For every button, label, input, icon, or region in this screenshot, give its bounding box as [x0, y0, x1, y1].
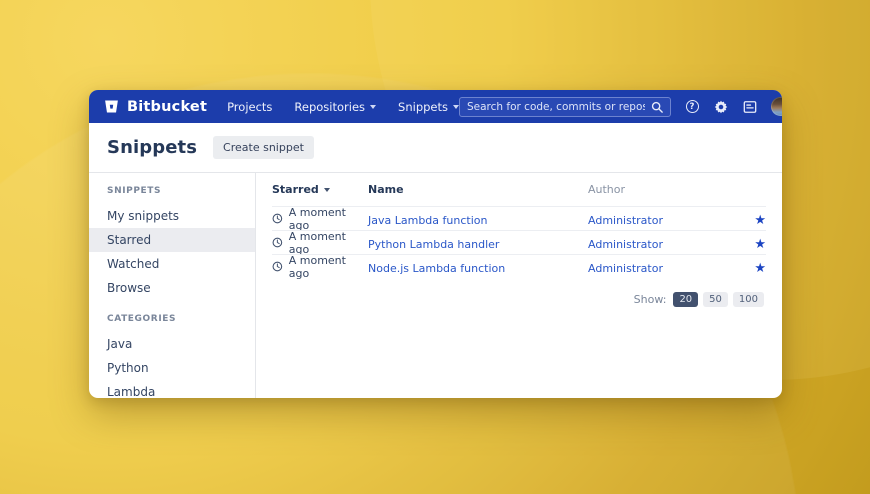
sidebar-item-watched[interactable]: Watched — [89, 252, 255, 276]
nav-item-projects[interactable]: Projects — [227, 100, 272, 114]
create-snippet-button[interactable]: Create snippet — [213, 136, 314, 159]
sidebar: Snippets My snippets Starred Watched Bro… — [89, 173, 256, 398]
column-header-author: Author — [588, 183, 740, 196]
show-label: Show: — [634, 293, 667, 306]
help-button[interactable]: ? — [684, 99, 700, 115]
settings-button[interactable] — [713, 99, 729, 115]
brand-name: Bitbucket — [127, 99, 207, 115]
snippet-link[interactable]: Java Lambda function — [368, 214, 487, 227]
sidebar-item-java[interactable]: Java — [89, 332, 255, 356]
page-size-100-button[interactable]: 100 — [733, 292, 764, 307]
column-header-label: Starred — [272, 183, 319, 196]
sidebar-section-gap — [89, 300, 255, 314]
star-icon[interactable]: ★ — [754, 261, 766, 276]
column-header-starred[interactable]: Starred — [272, 183, 368, 196]
sidebar-item-browse[interactable]: Browse — [89, 276, 255, 300]
clock-icon — [272, 237, 283, 248]
page-title: Snippets — [107, 137, 197, 158]
nav-items: Projects Repositories Snippets — [227, 100, 459, 114]
top-navbar: Bitbucket Projects Repositories Snippets — [89, 90, 782, 123]
bitbucket-window: Bitbucket Projects Repositories Snippets — [89, 90, 782, 398]
sidebar-heading-categories: Categories — [89, 314, 255, 324]
sidebar-item-starred[interactable]: Starred — [89, 228, 255, 252]
user-avatar[interactable] — [771, 97, 782, 116]
feedback-panel-icon — [743, 100, 757, 114]
clock-icon — [272, 213, 283, 224]
feedback-button[interactable] — [742, 99, 758, 115]
clock-icon — [272, 261, 283, 272]
help-icon: ? — [686, 100, 699, 113]
gear-icon — [714, 100, 728, 114]
author-link[interactable]: Administrator — [588, 262, 663, 275]
nav-item-label: Snippets — [398, 100, 448, 114]
author-link[interactable]: Administrator — [588, 238, 663, 251]
time-text: A moment ago — [289, 230, 368, 256]
page-size-selector: Show: 20 50 100 — [272, 292, 766, 307]
starred-time-cell: A moment ago — [272, 254, 368, 280]
table-header: Starred Name Author — [272, 173, 766, 206]
navbar-right: ? — [459, 97, 782, 117]
page-size-20-button[interactable]: 20 — [673, 292, 698, 307]
table-row: A moment ago Python Lambda handler Admin… — [272, 230, 766, 254]
sort-descending-icon[interactable] — [324, 188, 330, 192]
time-text: A moment ago — [289, 254, 368, 280]
snippet-link[interactable]: Node.js Lambda function — [368, 262, 505, 275]
column-header-name: Name — [368, 183, 588, 196]
nav-item-snippets[interactable]: Snippets — [398, 100, 459, 114]
starred-time-cell: A moment ago — [272, 206, 368, 232]
search-box[interactable] — [459, 97, 671, 117]
main-area: Snippets My snippets Starred Watched Bro… — [89, 173, 782, 398]
nav-item-label: Projects — [227, 100, 272, 114]
chevron-down-icon — [370, 105, 376, 109]
search-icon[interactable] — [651, 101, 663, 113]
nav-item-repositories[interactable]: Repositories — [294, 100, 376, 114]
table-row: A moment ago Java Lambda function Admini… — [272, 206, 766, 230]
bitbucket-bucket-icon — [103, 98, 120, 115]
starred-time-cell: A moment ago — [272, 230, 368, 256]
sidebar-item-lambda[interactable]: Lambda — [89, 380, 255, 398]
page-header: Snippets Create snippet — [89, 123, 782, 173]
page-size-50-button[interactable]: 50 — [703, 292, 728, 307]
sidebar-item-python[interactable]: Python — [89, 356, 255, 380]
table-row: A moment ago Node.js Lambda function Adm… — [272, 254, 766, 278]
star-icon[interactable]: ★ — [754, 213, 766, 228]
sidebar-item-my-snippets[interactable]: My snippets — [89, 204, 255, 228]
nav-item-label: Repositories — [294, 100, 365, 114]
snippet-link[interactable]: Python Lambda handler — [368, 238, 499, 251]
search-input[interactable] — [467, 101, 645, 113]
snippets-content: Starred Name Author A moment ago Java La… — [256, 173, 782, 398]
bitbucket-logo[interactable]: Bitbucket — [103, 98, 207, 115]
sidebar-heading-snippets: Snippets — [89, 186, 255, 196]
star-icon[interactable]: ★ — [754, 237, 766, 252]
author-link[interactable]: Administrator — [588, 214, 663, 227]
time-text: A moment ago — [289, 206, 368, 232]
